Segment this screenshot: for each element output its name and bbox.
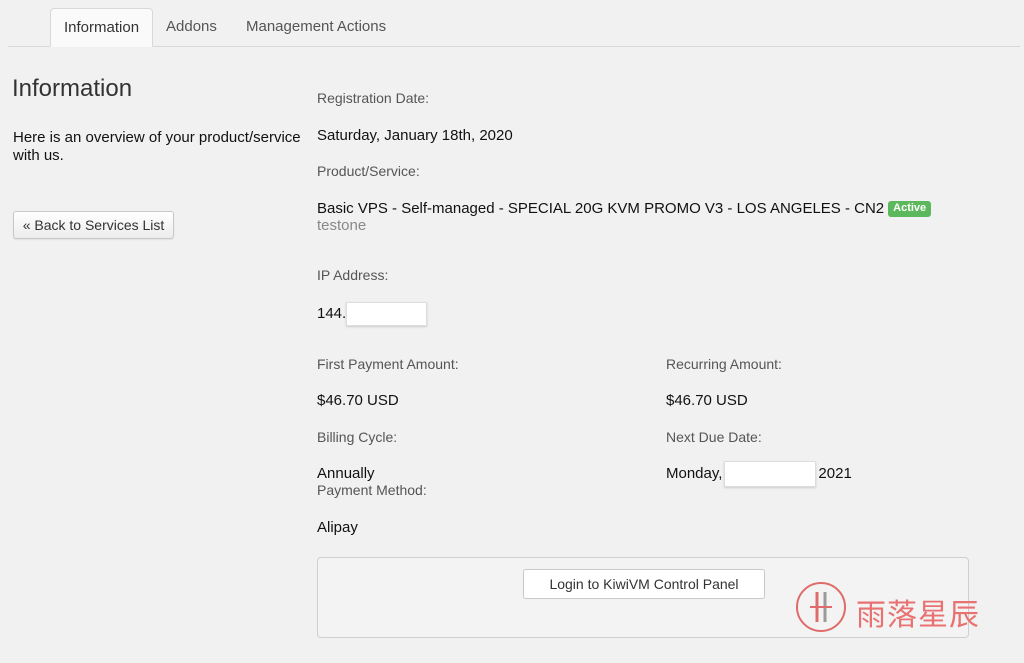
watermark: 雨落星辰 xyxy=(796,582,986,638)
payment-method-label: Payment Method: xyxy=(317,482,427,498)
tab-addons[interactable]: Addons xyxy=(153,8,230,46)
tab-management-actions[interactable]: Management Actions xyxy=(233,8,399,46)
next-due-suffix: 2021 xyxy=(818,464,852,482)
next-due-date-value: Monday, 2021 xyxy=(666,461,852,487)
page-title: Information xyxy=(12,75,133,102)
next-due-date-label: Next Due Date: xyxy=(666,429,762,445)
billing-cycle-label: Billing Cycle: xyxy=(317,429,398,445)
recurring-amount-label: Recurring Amount: xyxy=(666,356,782,372)
watermark-text: 雨落星辰 xyxy=(856,598,980,633)
product-name: Basic VPS - Self-managed - SPECIAL 20G K… xyxy=(317,200,885,217)
recurring-amount-value: $46.70 USD xyxy=(666,392,748,409)
redaction-box xyxy=(346,302,428,326)
first-payment-label: First Payment Amount: xyxy=(317,356,459,372)
hostname: testone xyxy=(317,217,367,234)
login-kiwivm-button[interactable]: Login to KiwiVM Control Panel xyxy=(523,569,765,599)
product-value: Basic VPS - Self-managed - SPECIAL 20G K… xyxy=(317,200,932,217)
ip-address-label: IP Address: xyxy=(317,267,389,283)
overview-text: Here is an overview of your product/serv… xyxy=(13,129,301,164)
next-due-prefix: Monday, xyxy=(666,464,723,482)
first-payment-value: $46.70 USD xyxy=(317,392,399,409)
ip-address-value: 144. xyxy=(317,302,428,326)
status-badge: Active xyxy=(888,201,932,217)
payment-method-value: Alipay xyxy=(317,519,358,536)
billing-cycle-value: Annually xyxy=(317,465,375,482)
tab-information[interactable]: Information xyxy=(50,8,154,47)
product-label: Product/Service: xyxy=(317,163,420,179)
redaction-box xyxy=(724,461,817,487)
ip-prefix: 144. xyxy=(317,304,347,322)
watermark-logo-icon xyxy=(796,582,846,632)
back-to-services-button[interactable]: « Back to Services List xyxy=(13,211,174,239)
tab-bar: Information Addons Management Actions xyxy=(8,8,1020,47)
registration-date-value: Saturday, January 18th, 2020 xyxy=(317,127,513,144)
registration-date-label: Registration Date: xyxy=(317,90,430,106)
